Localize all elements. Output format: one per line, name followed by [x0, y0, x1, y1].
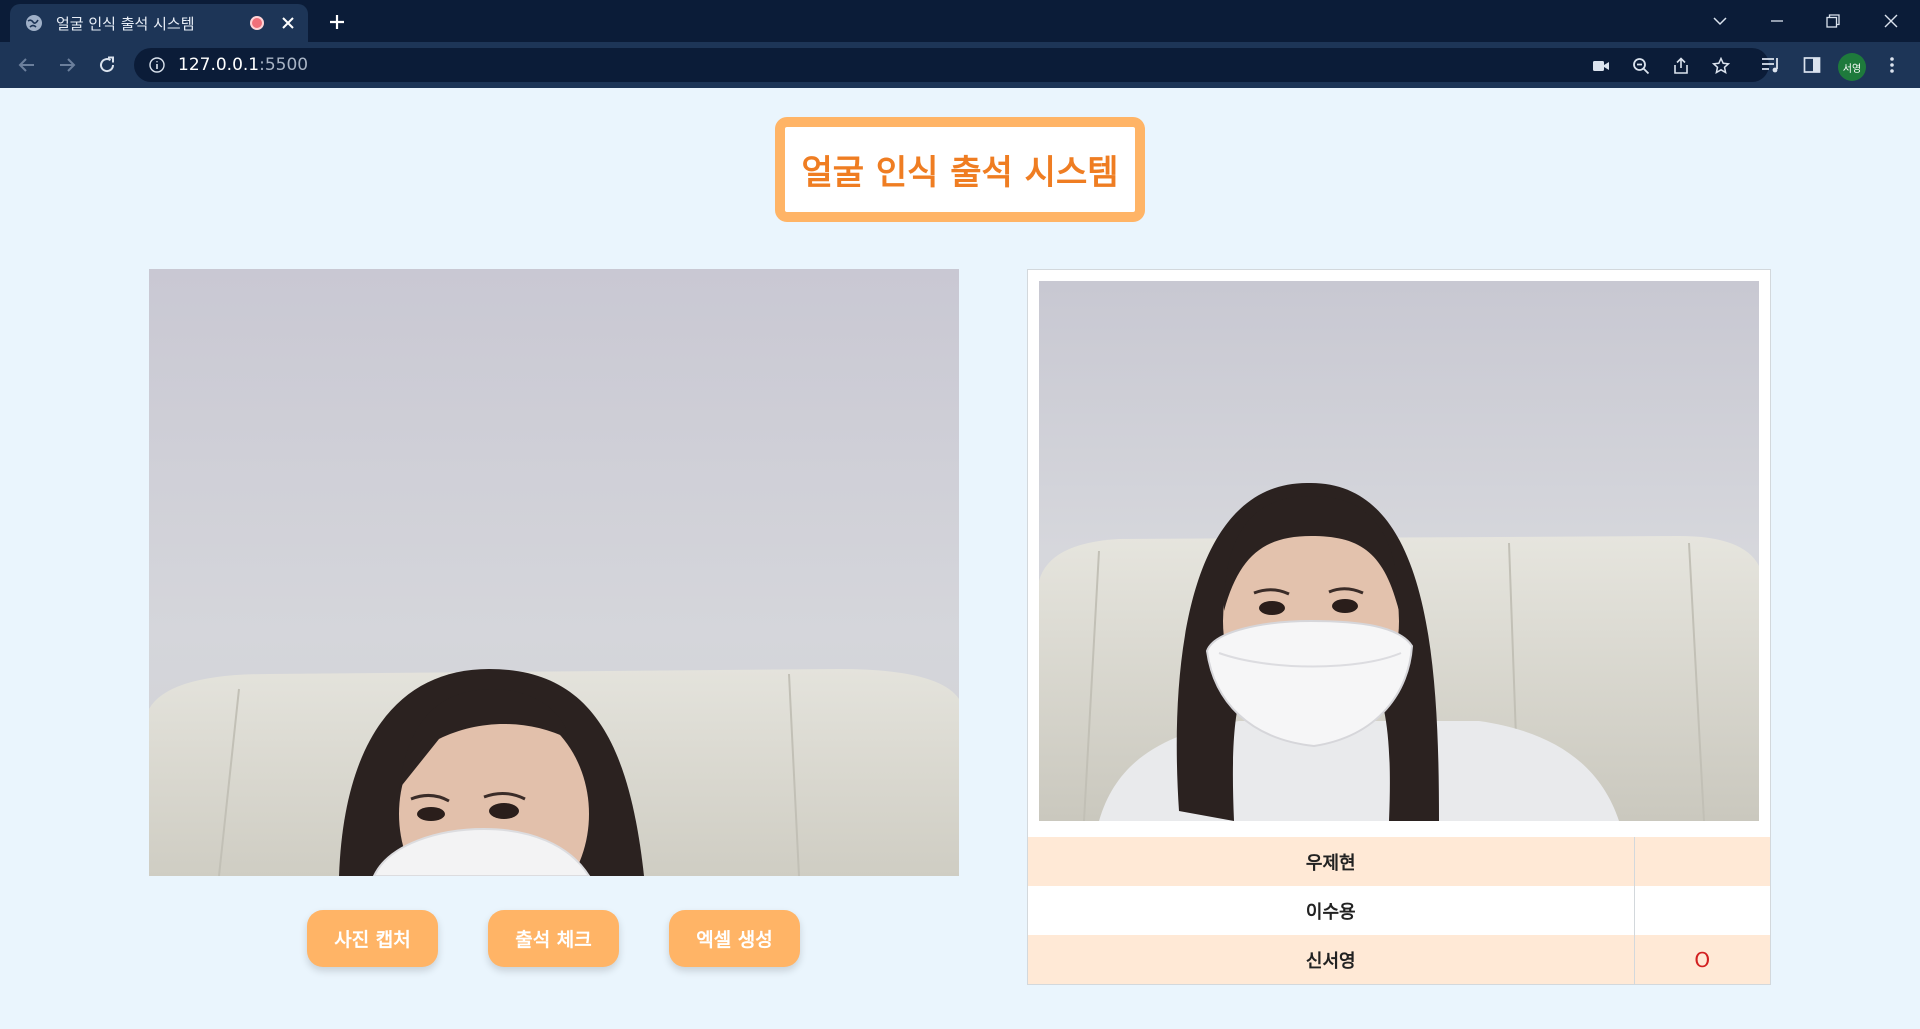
- close-tab-icon[interactable]: [278, 13, 298, 33]
- close-window-icon[interactable]: [1871, 0, 1911, 42]
- back-arrow-icon[interactable]: [13, 51, 41, 79]
- browser-toolbar: 127.0.0.1:5500 서영: [0, 42, 1920, 88]
- url-text: 127.0.0.1:5500: [178, 55, 308, 75]
- attendee-name: 이수용: [1028, 886, 1635, 935]
- menu-kebab-icon[interactable]: [1881, 54, 1903, 76]
- restore-icon[interactable]: [1813, 0, 1853, 42]
- capture-photo-button[interactable]: 사진 캡처: [307, 910, 438, 967]
- globe-icon: [24, 13, 44, 33]
- bookmark-star-icon[interactable]: [1711, 56, 1731, 76]
- address-bar[interactable]: 127.0.0.1:5500: [134, 48, 1769, 82]
- attendance-status: O: [1634, 935, 1770, 984]
- side-panel-icon[interactable]: [1801, 54, 1823, 76]
- url-host: 127.0.0.1: [178, 55, 260, 75]
- profile-avatar[interactable]: 서영: [1838, 53, 1866, 81]
- captured-photo: [1039, 281, 1759, 821]
- attendance-status: [1634, 837, 1770, 886]
- browser-tab-strip: 얼굴 인식 출석 시스템: [0, 0, 1920, 42]
- zoom-icon[interactable]: [1631, 56, 1651, 76]
- attendance-table: 우제현 이수용 신서영 O: [1028, 837, 1770, 984]
- reading-list-icon[interactable]: [1760, 54, 1782, 76]
- attendance-check-button[interactable]: 출석 체크: [488, 910, 619, 967]
- attendance-status: [1634, 886, 1770, 935]
- url-port: :5500: [259, 55, 309, 75]
- camera-in-use-icon[interactable]: [1591, 56, 1611, 76]
- webcam-video: [149, 269, 959, 876]
- tab-title: 얼굴 인식 출석 시스템: [56, 14, 195, 33]
- snapshot-panel: 우제현 이수용 신서영 O: [1027, 269, 1771, 985]
- reload-icon[interactable]: [93, 51, 121, 79]
- attendee-name: 신서영: [1028, 935, 1635, 984]
- new-tab-button[interactable]: [324, 9, 350, 35]
- minimize-icon[interactable]: [1757, 0, 1797, 42]
- share-icon[interactable]: [1671, 56, 1691, 76]
- page-title-box: 얼굴 인식 출석 시스템: [775, 117, 1145, 222]
- table-row: 신서영 O: [1028, 935, 1770, 984]
- forward-arrow-icon[interactable]: [53, 51, 81, 79]
- table-row: 이수용: [1028, 886, 1770, 935]
- page-title: 얼굴 인식 출석 시스템: [801, 153, 1119, 193]
- create-excel-button[interactable]: 엑셀 생성: [669, 910, 800, 967]
- site-info-icon[interactable]: [148, 56, 166, 74]
- table-row: 우제현: [1028, 837, 1770, 886]
- browser-tab[interactable]: 얼굴 인식 출석 시스템: [10, 4, 308, 42]
- attendee-name: 우제현: [1028, 837, 1635, 886]
- recording-indicator-icon: [250, 16, 264, 30]
- tab-search-chevron-down-icon[interactable]: [1700, 0, 1740, 42]
